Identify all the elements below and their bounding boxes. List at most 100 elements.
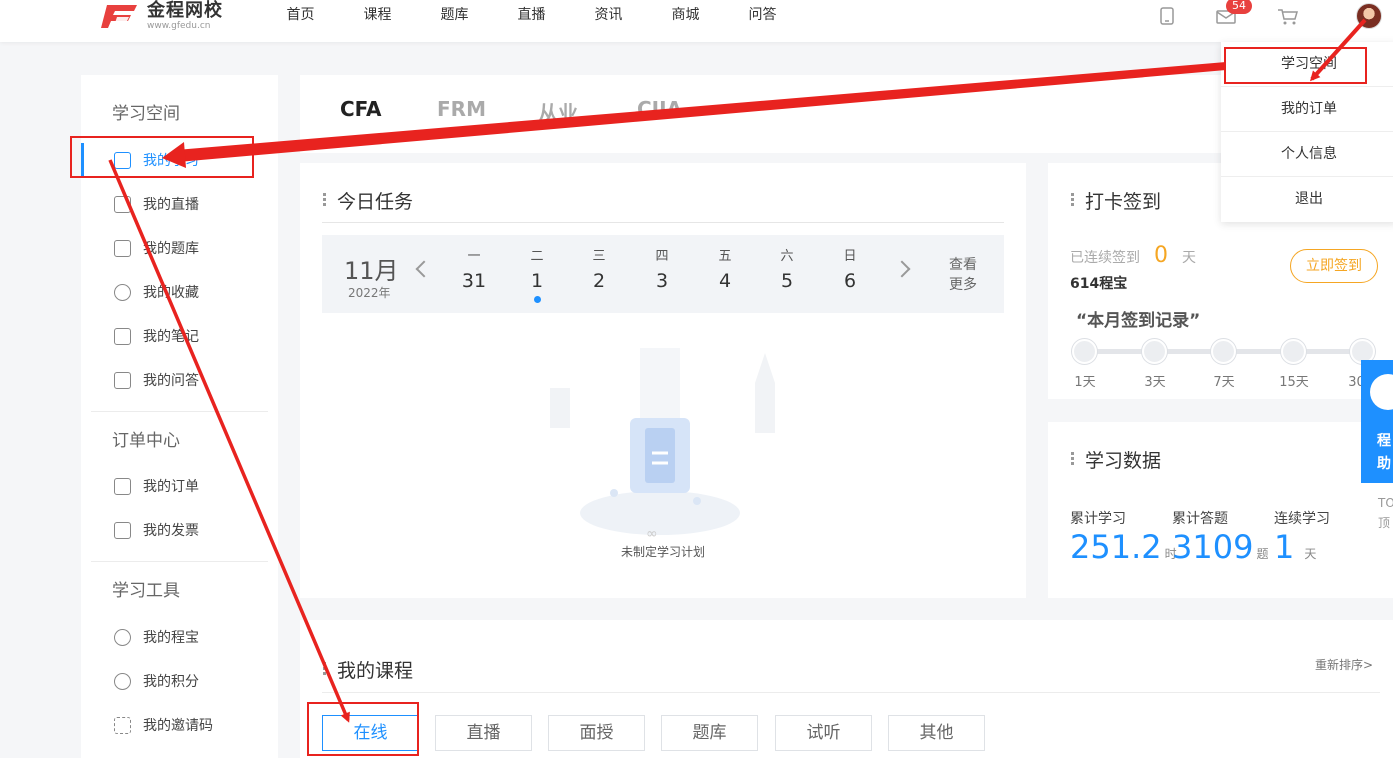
stat-unit: 天 <box>1304 547 1317 561</box>
empty-plan-illustration: ∞ <box>550 348 775 542</box>
user-avatar[interactable] <box>1356 3 1382 29</box>
message-badge: 54 <box>1226 0 1252 14</box>
reorder-link[interactable]: 重新排序> <box>1315 656 1373 673</box>
calendar-year: 2022年 <box>348 286 391 300</box>
empty-plan-text: 未制定学习计划 <box>620 545 705 559</box>
edit-icon <box>114 327 131 345</box>
sidebar-divider <box>91 561 268 562</box>
sidebar-item-label: 我的收藏 <box>143 285 199 301</box>
weekday-label: 六 <box>780 249 794 264</box>
cart-icon[interactable] <box>1277 6 1299 26</box>
calendar-day[interactable]: 四3 <box>642 245 682 292</box>
course-type-other[interactable]: 其他 <box>888 715 985 751</box>
points-icon <box>114 672 131 690</box>
chevron-right-icon[interactable] <box>893 260 911 278</box>
nav-courses[interactable]: 课程 <box>339 0 416 30</box>
calendar-day[interactable]: 日6 <box>830 245 870 292</box>
milestone-node <box>1281 339 1306 364</box>
milestone-node <box>1142 339 1167 364</box>
study-data-card: 学习数据 累计学习 累计答题 连续学习 251.2 时 3109 题 1天 <box>1048 422 1393 598</box>
milestone-node <box>1211 339 1236 364</box>
date-label: 31 <box>461 270 487 292</box>
back-to-top-button[interactable]: TO 顶 <box>1378 493 1393 533</box>
main-nav: 首页 课程 题库 直播 资讯 商城 问答 <box>262 0 801 30</box>
tab-cfa[interactable]: CFA <box>340 97 382 121</box>
sidebar-item-my-orders[interactable]: 我的订单 <box>81 469 278 503</box>
weekday-label: 五 <box>718 249 732 264</box>
sidebar-item-my-question-bank[interactable]: 我的题库 <box>81 231 278 265</box>
heart-icon <box>114 283 131 301</box>
sidebar-item-my-qa[interactable]: 我的问答 <box>81 363 278 397</box>
nav-question-bank[interactable]: 题库 <box>416 0 493 30</box>
tab-congye[interactable]: 从业 <box>538 97 578 126</box>
calendar-day[interactable]: 六5 <box>767 245 807 292</box>
nav-mall[interactable]: 商城 <box>647 0 724 30</box>
sidebar-section-study-tools: 学习工具 <box>112 581 180 601</box>
tab-ciia[interactable]: CIIA <box>637 97 682 121</box>
dropdown-item-my-orders[interactable]: 我的订单 <box>1221 87 1393 132</box>
checkin-title: 打卡签到 <box>1070 187 1161 214</box>
course-type-trial[interactable]: 试听 <box>775 715 872 751</box>
stat-value: 251.2 <box>1070 528 1162 566</box>
scan-icon <box>114 716 131 734</box>
totop-label: 顶 <box>1378 516 1391 530</box>
date-label: 2 <box>592 270 606 292</box>
nav-qa[interactable]: 问答 <box>724 0 801 30</box>
sidebar-item-my-chengbao[interactable]: 我的程宝 <box>81 620 278 654</box>
nav-home[interactable]: 首页 <box>262 0 339 30</box>
dropdown-item-logout[interactable]: 退出 <box>1221 177 1393 222</box>
view-more-link[interactable]: 查看更多 <box>949 255 983 295</box>
assistant-avatar-icon <box>1370 374 1393 410</box>
nav-live[interactable]: 直播 <box>493 0 570 30</box>
sidebar-item-label: 我的问答 <box>143 373 199 389</box>
tab-frm[interactable]: FRM <box>437 97 486 121</box>
sidebar-item-my-notes[interactable]: 我的笔记 <box>81 319 278 353</box>
weekday-label: 三 <box>592 249 606 264</box>
sidebar-item-label: 我的程宝 <box>143 630 199 646</box>
course-type-question-bank[interactable]: 题库 <box>661 715 758 751</box>
checkin-streak: 已连续签到 0 天 <box>1070 243 1196 268</box>
stat-label-total-hours: 累计学习 <box>1070 511 1126 527</box>
mobile-icon[interactable] <box>1156 6 1178 26</box>
top-header: 金程网校 www.gfedu.cn 首页 课程 题库 直播 资讯 商城 问答 5… <box>0 0 1393 42</box>
dropdown-item-profile[interactable]: 个人信息 <box>1221 132 1393 177</box>
sidebar-item-label: 我的直播 <box>143 197 199 213</box>
streak-value: 0 <box>1154 243 1168 268</box>
sidebar-item-label: 我的订单 <box>143 479 199 495</box>
sidebar-item-my-invoices[interactable]: 我的发票 <box>81 513 278 547</box>
chat-icon <box>114 371 131 389</box>
stat-total-hours: 251.2 时 <box>1070 528 1177 566</box>
streak-unit: 天 <box>1182 250 1196 266</box>
today-task-title: 今日任务 <box>322 187 413 214</box>
calendar-day[interactable]: 三2 <box>579 245 619 292</box>
site-logo[interactable]: 金程网校 www.gfedu.cn <box>101 0 223 32</box>
order-icon <box>114 477 131 495</box>
date-label: 4 <box>718 270 732 292</box>
course-type-face-to-face[interactable]: 面授 <box>548 715 645 751</box>
sidebar-item-label: 我的笔记 <box>143 329 199 345</box>
calendar-day-today[interactable]: 二1 <box>517 245 557 303</box>
my-courses-title: 我的课程 <box>322 656 413 683</box>
sidebar-section-order-center: 订单中心 <box>112 431 180 451</box>
date-label: 3 <box>655 270 669 292</box>
sidebar-item-label: 我的题库 <box>143 241 199 257</box>
calendar-day[interactable]: 一 31 <box>454 245 494 292</box>
assistant-float[interactable]: 程 助 <box>1361 360 1393 483</box>
annotation-box-study-space <box>1224 47 1367 84</box>
weekday-label: 二 <box>530 249 544 264</box>
svg-text:∞: ∞ <box>646 526 658 542</box>
course-type-live[interactable]: 直播 <box>435 715 532 751</box>
logo-name: 金程网校 <box>147 0 223 21</box>
stat-unit: 题 <box>1256 547 1269 561</box>
sidebar-item-label: 我的邀请码 <box>143 718 213 734</box>
calendar-day[interactable]: 五4 <box>705 245 745 292</box>
today-task-card: 今日任务 11月 2022年 一 31 二1 三2 四3 五4 六5 日6 查看更… <box>300 163 1026 598</box>
sidebar-item-my-live[interactable]: 我的直播 <box>81 187 278 221</box>
chevron-left-icon[interactable] <box>415 260 433 278</box>
nav-news[interactable]: 资讯 <box>570 0 647 30</box>
signin-button[interactable]: 立即签到 <box>1290 249 1378 283</box>
stat-value: 1 <box>1274 528 1295 566</box>
sidebar-item-my-points[interactable]: 我的积分 <box>81 664 278 698</box>
sidebar-item-my-favorites[interactable]: 我的收藏 <box>81 275 278 309</box>
sidebar-item-my-invite-code[interactable]: 我的邀请码 <box>81 708 278 742</box>
